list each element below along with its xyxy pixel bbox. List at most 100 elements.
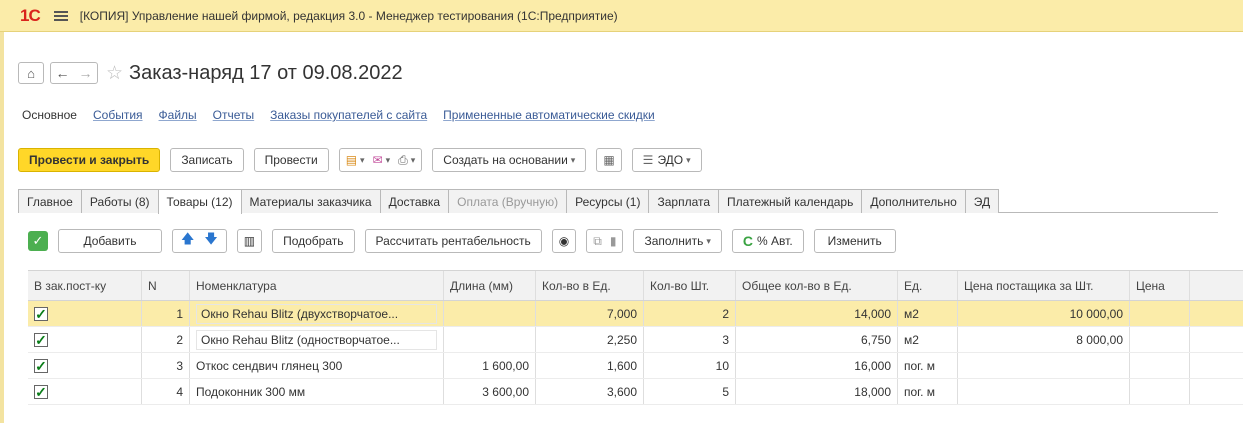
home-button[interactable]: ⌂	[18, 62, 44, 84]
qty-pcs-cell[interactable]: 2	[644, 301, 736, 326]
total-qty-cell[interactable]: 6,750	[736, 327, 898, 352]
paste-icon[interactable]: ▮	[610, 234, 617, 248]
unit-cell[interactable]: м2	[898, 327, 958, 352]
length-cell[interactable]: 3 600,00	[444, 379, 536, 404]
pick-button[interactable]: Подобрать	[272, 229, 355, 253]
supplier-price-cell[interactable]: 10 000,00	[958, 301, 1130, 326]
row-checkbox[interactable]: ✓	[34, 384, 48, 399]
table-row[interactable]: ✓ 4 Подоконник 300 мм 3 600,00 3,600 5 1…	[28, 379, 1243, 405]
calc-profitability-button[interactable]: Рассчитать рентабельность	[364, 229, 542, 253]
qty-pcs-cell[interactable]: 3	[644, 327, 736, 352]
move-down-icon[interactable]: 🡇	[204, 230, 217, 252]
qty-pcs-cell[interactable]: 10	[644, 353, 736, 378]
unit-cell[interactable]: пог. м	[898, 379, 958, 404]
table-row[interactable]: ✓ 2 Окно Rehau Blitz (одностворчатое... …	[28, 327, 1243, 353]
tab-customer-materials[interactable]: Материалы заказчика	[240, 189, 381, 213]
column-header[interactable]: Цена	[1130, 271, 1190, 300]
price-cell[interactable]	[1130, 301, 1190, 326]
price-cell[interactable]	[1130, 353, 1190, 378]
tab-additional[interactable]: Дополнительно	[861, 189, 966, 213]
tab-bar: Главное Работы (8) Товары (12) Материалы…	[18, 189, 1218, 214]
column-header[interactable]: В зак.пост-ку	[28, 271, 142, 300]
qty-unit-cell[interactable]: 1,600	[536, 353, 644, 378]
link-files[interactable]: Файлы	[159, 108, 197, 122]
post-button[interactable]: Провести	[253, 148, 329, 172]
qty-unit-cell[interactable]: 7,000	[536, 301, 644, 326]
move-up-icon[interactable]: 🡅	[181, 230, 194, 252]
create-based-on-button[interactable]: Создать на основании ▾	[432, 148, 587, 172]
unit-cell[interactable]: м2	[898, 301, 958, 326]
document-add-icon[interactable]: ▤	[346, 153, 357, 167]
tab-payment-calendar[interactable]: Платежный календарь	[718, 189, 863, 213]
unit-cell[interactable]: пог. м	[898, 353, 958, 378]
favorite-star-icon[interactable]: ☆	[106, 62, 123, 85]
supplier-price-cell[interactable]	[958, 353, 1130, 378]
app-logo: 1С	[20, 5, 41, 25]
column-header[interactable]: Номенклатура	[190, 271, 444, 300]
row-number: 1	[142, 301, 190, 326]
item-name[interactable]: Подоконник 300 мм	[190, 379, 444, 404]
column-header[interactable]: Общее кол-во в Ед.	[736, 271, 898, 300]
link-auto-discounts[interactable]: Примененные автоматические скидки	[443, 108, 655, 122]
tab-works[interactable]: Работы (8)	[80, 189, 159, 213]
table-row[interactable]: ✓ 3 Откос сендвич глянец 300 1 600,00 1,…	[28, 353, 1243, 379]
barcode-icon: ▥	[243, 234, 256, 248]
qty-unit-cell[interactable]: 3,600	[536, 379, 644, 404]
link-reports[interactable]: Отчеты	[213, 108, 254, 122]
column-header[interactable]: N	[142, 271, 190, 300]
item-name[interactable]: Окно Rehau Blitz (одностворчатое...	[196, 329, 437, 350]
tab-goods[interactable]: Товары (12)	[157, 189, 242, 214]
add-button[interactable]: Добавить	[58, 229, 162, 253]
total-qty-cell[interactable]: 18,000	[736, 379, 898, 404]
price-cell[interactable]	[1130, 327, 1190, 352]
qty-unit-cell[interactable]: 2,250	[536, 327, 644, 352]
supplier-price-cell[interactable]	[958, 379, 1130, 404]
column-header[interactable]: Ед.	[898, 271, 958, 300]
tab-ed[interactable]: ЭД	[964, 189, 1000, 213]
structure-button[interactable]: ▦	[596, 148, 622, 172]
column-header[interactable]: Кол-во в Ед.	[536, 271, 644, 300]
save-button[interactable]: Записать	[170, 148, 244, 172]
link-main[interactable]: Основное	[22, 108, 77, 122]
main-menu-icon[interactable]	[53, 10, 68, 21]
column-header[interactable]: Кол-во Шт.	[644, 271, 736, 300]
item-name[interactable]: Откос сендвич глянец 300	[190, 353, 444, 378]
tab-main[interactable]: Главное	[18, 189, 82, 213]
qty-pcs-cell[interactable]: 5	[644, 379, 736, 404]
tab-payment[interactable]: Оплата (Вручную)	[448, 189, 568, 213]
link-site-orders[interactable]: Заказы покупателей с сайта	[270, 108, 427, 122]
column-header[interactable]: Длина (мм)	[444, 271, 536, 300]
chevron-down-icon: ▾	[686, 154, 691, 165]
home-icon: ⌂	[27, 65, 35, 81]
tab-delivery[interactable]: Доставка	[379, 189, 450, 213]
post-and-close-button[interactable]: Провести и закрыть	[18, 148, 161, 172]
check-icon[interactable]: ✓	[28, 231, 48, 251]
price-cell[interactable]	[1130, 379, 1190, 404]
change-button[interactable]: Изменить	[813, 229, 896, 253]
item-name[interactable]: Окно Rehau Blitz (двухстворчатое...	[196, 303, 437, 324]
tab-resources[interactable]: Ресурсы (1)	[566, 189, 650, 213]
view-button[interactable]: ◉	[551, 229, 577, 253]
copy-icon[interactable]: ⧉	[593, 234, 602, 249]
table-row[interactable]: ✓ 1 Окно Rehau Blitz (двухстворчатое... …	[28, 301, 1243, 327]
back-arrow-icon[interactable]: ←	[51, 65, 74, 81]
auto-percent-button[interactable]: C % Авт.	[731, 229, 804, 253]
supplier-price-cell[interactable]: 8 000,00	[958, 327, 1130, 352]
column-header[interactable]: Цена постащика за Шт.	[958, 271, 1130, 300]
barcode-button[interactable]: ▥	[236, 229, 263, 253]
forward-arrow-icon[interactable]: →	[74, 65, 97, 81]
edo-button[interactable]: ☰ ЭДО ▾	[631, 148, 702, 172]
row-checkbox[interactable]: ✓	[34, 306, 48, 321]
link-events[interactable]: События	[93, 108, 143, 122]
total-qty-cell[interactable]: 16,000	[736, 353, 898, 378]
length-cell[interactable]	[444, 327, 536, 352]
tab-salary[interactable]: Зарплата	[648, 189, 720, 213]
fill-button[interactable]: Заполнить ▾	[633, 229, 722, 253]
print-icon[interactable]: ⎙	[398, 153, 408, 168]
mail-icon[interactable]: ✉	[373, 153, 383, 167]
length-cell[interactable]: 1 600,00	[444, 353, 536, 378]
length-cell[interactable]	[444, 301, 536, 326]
row-checkbox[interactable]: ✓	[34, 332, 48, 347]
total-qty-cell[interactable]: 14,000	[736, 301, 898, 326]
row-checkbox[interactable]: ✓	[34, 358, 48, 373]
